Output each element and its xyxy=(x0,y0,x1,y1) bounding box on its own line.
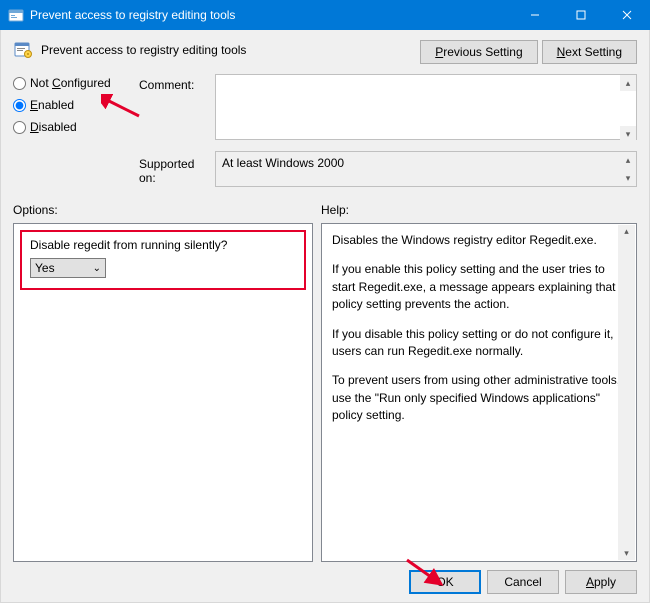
window-title: Prevent access to registry editing tools xyxy=(30,8,512,22)
options-section-label: Options: xyxy=(13,203,321,217)
titlebar: Prevent access to registry editing tools xyxy=(0,0,650,30)
policy-title: Prevent access to registry editing tools xyxy=(41,43,246,57)
maximize-button[interactable] xyxy=(558,0,604,30)
supported-on-box: At least Windows 2000 xyxy=(215,151,637,187)
policy-editor-window: Prevent access to registry editing tools xyxy=(0,0,650,603)
help-text-p2: If you enable this policy setting and th… xyxy=(332,261,626,313)
comment-label: Comment: xyxy=(139,74,209,92)
cancel-button[interactable]: Cancel xyxy=(487,570,559,594)
policy-icon xyxy=(13,40,33,60)
help-text-p1: Disables the Windows registry editor Reg… xyxy=(332,232,626,249)
apply-button[interactable]: Apply xyxy=(565,570,637,594)
radio-not-configured-input[interactable] xyxy=(13,77,26,90)
close-button[interactable] xyxy=(604,0,650,30)
help-text-p3: If you disable this policy setting or do… xyxy=(332,326,626,361)
state-radio-group: Not Configured Enabled Disabled xyxy=(13,74,133,142)
radio-disabled[interactable]: Disabled xyxy=(13,120,133,134)
next-setting-button[interactable]: Next Setting xyxy=(542,40,637,64)
annotation-highlight-box: Disable regedit from running silently? Y… xyxy=(20,230,306,290)
radio-enabled[interactable]: Enabled xyxy=(13,98,133,112)
radio-enabled-input[interactable] xyxy=(13,99,26,112)
app-icon xyxy=(8,7,24,23)
help-text-p4: To prevent users from using other admini… xyxy=(332,372,626,424)
option-value-text: Yes xyxy=(35,261,55,275)
content-area: Prevent access to registry editing tools… xyxy=(0,30,650,603)
radio-disabled-input[interactable] xyxy=(13,121,26,134)
option-value-combo[interactable]: Yes ⌄ xyxy=(30,258,106,278)
supported-on-text: At least Windows 2000 xyxy=(222,156,344,170)
ok-button[interactable]: OK xyxy=(409,570,481,594)
radio-not-configured[interactable]: Not Configured xyxy=(13,76,133,90)
supported-label: Supported on: xyxy=(139,153,209,185)
option-question-label: Disable regedit from running silently? xyxy=(30,238,296,252)
help-panel: Disables the Windows registry editor Reg… xyxy=(321,223,637,562)
chevron-down-icon: ⌄ xyxy=(93,263,101,274)
minimize-button[interactable] xyxy=(512,0,558,30)
previous-setting-button[interactable]: Previous Setting xyxy=(420,40,537,64)
options-panel: Disable regedit from running silently? Y… xyxy=(13,223,313,562)
help-section-label: Help: xyxy=(321,203,349,217)
comment-textarea[interactable] xyxy=(215,74,637,140)
